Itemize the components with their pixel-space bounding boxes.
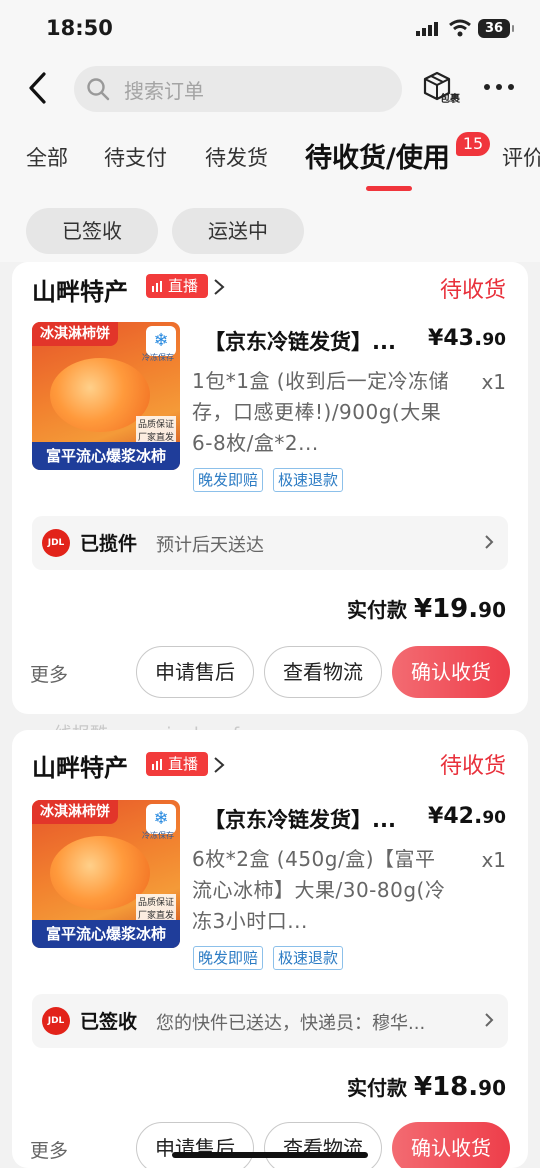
paid-int: ¥19. (414, 594, 479, 624)
tab-count-badge: 15 (456, 132, 490, 156)
jdl-logo-icon: JDL (42, 529, 70, 557)
shop-name[interactable]: 山畔特产 (32, 748, 128, 783)
tag-late-compensation: 晚发即赔 (193, 468, 264, 492)
wifi-icon (449, 19, 471, 37)
logistics-state: 已揽件 (80, 533, 138, 555)
live-badge: 直播 (146, 752, 208, 776)
view-logistics-button[interactable]: 查看物流 (264, 1122, 382, 1168)
search-placeholder: 搜索订单 (124, 79, 204, 103)
package-button[interactable]: 包裹 (420, 70, 470, 110)
product-spec: 1包*1盒 (收到后一定冷冻储存，口感更棒!)/900g(大果6-8枚/盒*2.… (192, 369, 450, 455)
signal-icon (416, 22, 438, 36)
live-icon (152, 759, 162, 770)
paid-int: ¥18. (414, 1072, 479, 1102)
logistics-text: 您的快件已送达，快递员：穆华... (156, 1013, 426, 1034)
chevron-right-icon (485, 1013, 494, 1027)
order-status: 待收货 (439, 754, 506, 779)
view-logistics-button[interactable]: 查看物流 (264, 646, 382, 698)
chevron-right-icon[interactable] (212, 756, 226, 774)
paid-label: 实付款 (347, 598, 408, 622)
live-label: 直播 (168, 755, 199, 773)
persimmon-graphic (50, 836, 150, 910)
chevron-right-icon[interactable] (212, 278, 226, 296)
tag-fast-refund: 极速退款 (273, 468, 344, 492)
paid-amount: 实付款 ¥18.90 (347, 1072, 506, 1102)
dot (484, 84, 490, 90)
image-cold-label: 冷冻保存 (142, 831, 174, 840)
after-sales-button[interactable]: 申请售后 (136, 1122, 254, 1168)
back-icon[interactable] (24, 70, 54, 106)
image-quality-label: 品质保证 厂家直发 (136, 416, 177, 444)
logistics-bar[interactable]: JDL 已揽件 预计后天送达 (32, 516, 508, 570)
live-icon (152, 281, 162, 292)
top-area: 18:50 36 搜索订单 包裹 全部 待支付 待发货 待收货/使用 15 评价… (0, 0, 540, 262)
tag-late-compensation: 晚发即赔 (193, 946, 264, 970)
confirm-receipt-button[interactable]: 确认收货 (392, 1122, 510, 1168)
paid-dec: 90 (478, 1076, 506, 1100)
logistics-bar[interactable]: JDL 已签收 您的快件已送达，快递员：穆华... (32, 994, 508, 1048)
filter-signed[interactable]: 已签收 (26, 208, 158, 254)
price-dec: 90 (482, 330, 506, 350)
order-tabs: 全部 待支付 待发货 待收货/使用 15 评价 (0, 128, 540, 192)
order-status: 待收货 (439, 278, 506, 303)
more-link[interactable]: 更多 (30, 660, 68, 687)
package-label: 包裹 (440, 94, 460, 105)
live-label: 直播 (168, 277, 199, 295)
image-caption-bottom: 富平流心爆浆冰柿 (32, 920, 180, 948)
image-caption-top: 冰淇淋柿饼 (32, 800, 118, 824)
battery-icon: 36 (478, 19, 514, 38)
more-options-icon[interactable] (484, 84, 516, 94)
persimmon-graphic (50, 358, 150, 432)
shop-name[interactable]: 山畔特产 (32, 272, 128, 307)
filter-in-transit[interactable]: 运送中 (172, 208, 304, 254)
product-quantity: x1 (481, 370, 506, 394)
paid-amount: 实付款 ¥19.90 (347, 594, 506, 624)
product-price: ¥43.90 (428, 326, 506, 351)
price-dec: 90 (482, 808, 506, 828)
tab-pending-payment[interactable]: 待支付 (104, 142, 167, 172)
after-sales-button[interactable]: 申请售后 (136, 646, 254, 698)
product-image[interactable]: 冰淇淋柿饼 ❄ 冷冻保存 品质保证 厂家直发 富平流心爆浆冰柿 (32, 800, 180, 948)
product-title[interactable]: 【京东冷链发货】... (204, 326, 396, 356)
tag-fast-refund: 极速退款 (273, 946, 344, 970)
status-bar: 18:50 36 (0, 0, 540, 58)
product-spec: 6枚*2盒 (450g/盒)【富平流心冰柿】大果/30-80g(冷冻3小时口..… (192, 847, 446, 933)
product-price: ¥42.90 (428, 804, 506, 829)
tab-pending-shipment[interactable]: 待发货 (205, 142, 268, 172)
live-badge: 直播 (146, 274, 208, 298)
jdl-logo-icon: JDL (42, 1007, 70, 1035)
tab-pending-receipt[interactable]: 待收货/使用 (305, 136, 450, 175)
search-icon (87, 78, 110, 101)
logistics-text: 预计后天送达 (156, 535, 264, 556)
image-cold-label: 冷冻保存 (142, 353, 174, 362)
image-caption-top: 冰淇淋柿饼 (32, 322, 118, 346)
more-link[interactable]: 更多 (30, 1136, 68, 1163)
price-int: ¥43. (428, 326, 483, 351)
logistics-state: 已签收 (80, 1011, 138, 1033)
image-caption-bottom: 富平流心爆浆冰柿 (32, 442, 180, 470)
order-card: 山畔特产 直播 待收货 冰淇淋柿饼 ❄ 冷冻保存 品质保证 厂家直发 富平流心爆… (12, 730, 528, 1168)
search-input[interactable]: 搜索订单 (74, 66, 402, 112)
active-tab-indicator (366, 186, 412, 191)
price-int: ¥42. (428, 804, 483, 829)
paid-dec: 90 (478, 598, 506, 622)
order-card: 山畔特产 直播 待收货 冰淇淋柿饼 ❄ 冷冻保存 品质保证 厂家直发 富平流心爆… (12, 262, 528, 714)
tab-review[interactable]: 评价 (502, 142, 540, 172)
dot (496, 84, 502, 90)
status-time: 18:50 (46, 16, 113, 40)
product-quantity: x1 (481, 848, 506, 872)
dot (508, 84, 514, 90)
paid-label: 实付款 (347, 1076, 408, 1100)
chevron-right-icon (485, 535, 494, 549)
confirm-receipt-button[interactable]: 确认收货 (392, 646, 510, 698)
home-indicator (172, 1152, 368, 1158)
image-quality-label: 品质保证 厂家直发 (136, 894, 177, 922)
product-image[interactable]: 冰淇淋柿饼 ❄ 冷冻保存 品质保证 厂家直发 富平流心爆浆冰柿 (32, 322, 180, 470)
tab-all[interactable]: 全部 (26, 142, 68, 172)
product-title[interactable]: 【京东冷链发货】... (204, 804, 396, 834)
